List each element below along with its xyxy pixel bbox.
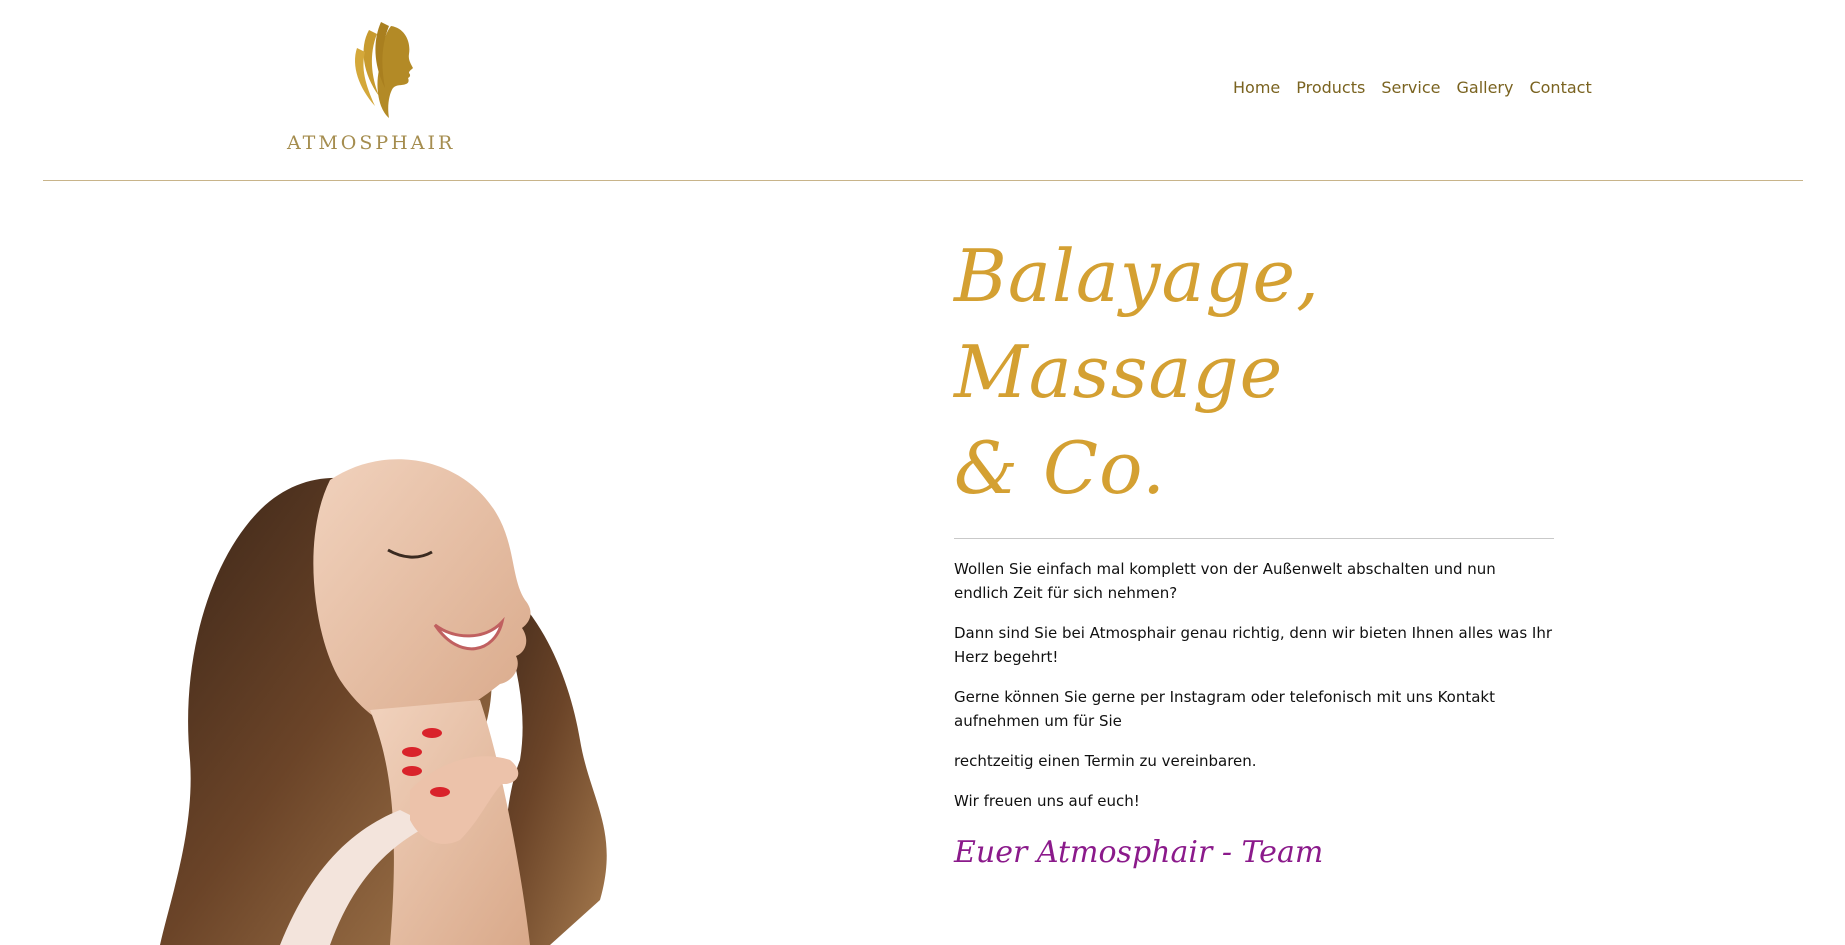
- hero-woman-image: [150, 400, 750, 945]
- woman-profile-logo-icon: [355, 22, 413, 118]
- page-title: Balayage, Massage & Co.: [954, 228, 1554, 516]
- page: ATMOSPHAIR Home Products Service Gallery…: [0, 0, 1845, 945]
- nav-products[interactable]: Products: [1288, 78, 1373, 97]
- paragraph: rechtzeitig einen Termin zu vereinbaren.: [954, 752, 1257, 770]
- nav-home[interactable]: Home: [1225, 78, 1288, 97]
- paragraph: Wir freuen uns auf euch!: [954, 792, 1140, 810]
- headline-line-1: Balayage, Massage: [954, 234, 1320, 414]
- nav-service[interactable]: Service: [1373, 78, 1448, 97]
- paragraph: Gerne können Sie gerne per Instagram ode…: [954, 688, 1495, 730]
- logo-text: ATMOSPHAIR: [287, 132, 456, 154]
- main-nav: Home Products Service Gallery Contact: [1225, 78, 1600, 97]
- smiling-woman-illustration: [160, 459, 607, 945]
- intro-paragraphs: Wollen Sie einfach mal komplett von der …: [954, 557, 1554, 813]
- nav-gallery[interactable]: Gallery: [1448, 78, 1521, 97]
- team-signature: Euer Atmosphair - Team: [954, 835, 1324, 870]
- header-divider: [43, 180, 1803, 181]
- headline-line-2: & Co.: [954, 426, 1167, 510]
- paragraph: Wollen Sie einfach mal komplett von der …: [954, 560, 1496, 602]
- nav-contact[interactable]: Contact: [1521, 78, 1599, 97]
- content-divider: [954, 538, 1554, 539]
- intro-section: Balayage, Massage & Co. Wollen Sie einfa…: [954, 228, 1554, 870]
- paragraph: Dann sind Sie bei Atmosphair genau richt…: [954, 624, 1553, 666]
- logo-link[interactable]: ATMOSPHAIR: [284, 18, 484, 158]
